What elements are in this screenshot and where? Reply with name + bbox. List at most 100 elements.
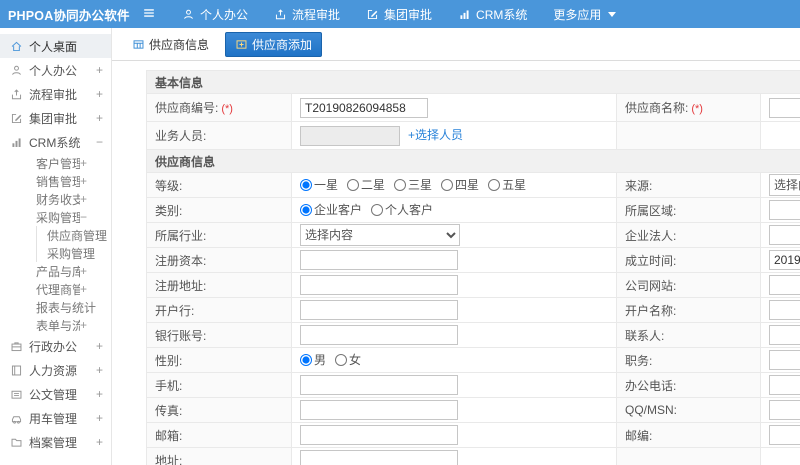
expand-toggle-icon[interactable]: + (80, 318, 87, 332)
source-select[interactable]: 选择内容 (769, 174, 800, 196)
level-radio-option[interactable]: 三星 (394, 176, 432, 193)
gender-radio-1[interactable] (335, 353, 348, 366)
expand-toggle-icon[interactable]: + (80, 156, 87, 170)
caret-down-icon (608, 11, 617, 17)
contact-person-input[interactable] (769, 325, 800, 345)
expand-toggle-icon[interactable]: + (96, 63, 103, 77)
field-empty (759, 121, 800, 150)
level-radio-4[interactable] (488, 178, 501, 191)
sidebar-item-4[interactable]: CRM系统 − (0, 130, 111, 154)
gender-radio-option[interactable]: 女 (335, 351, 361, 368)
category-radio-option[interactable]: 个人客户 (371, 201, 433, 218)
category-radio-0[interactable] (300, 203, 312, 216)
level-radio-0[interactable] (300, 178, 312, 191)
postcode-input[interactable] (769, 425, 800, 445)
level-radio-option[interactable]: 四星 (441, 176, 479, 193)
field-region (759, 197, 800, 223)
expand-toggle-icon[interactable]: + (80, 174, 87, 188)
expand-toggle-icon[interactable]: + (80, 282, 87, 296)
sidebar-item-15[interactable]: 行政办公 + (0, 334, 111, 358)
fax-input[interactable] (300, 400, 458, 420)
expand-toggle-icon[interactable]: + (96, 87, 103, 101)
sidebar-item-6[interactable]: 销售管理 + (0, 172, 111, 190)
field-label: 邮编: (625, 428, 653, 443)
sidebar-item-14[interactable]: 表单与流程设置+ (0, 316, 111, 334)
sidebar-item-10[interactable]: 采购管理 (36, 244, 111, 262)
supplier-name-input[interactable] (769, 97, 800, 118)
tab-supplier-info[interactable]: 供应商信息 (126, 32, 215, 57)
table-icon (133, 39, 144, 49)
account-name-input[interactable] (769, 300, 800, 320)
bank-account-input[interactable] (300, 325, 458, 345)
tab-strip: 供应商信息 供应商添加 (112, 28, 800, 61)
category-radio-1[interactable] (371, 203, 384, 216)
expand-toggle-icon[interactable]: + (96, 435, 103, 449)
nav-item-0[interactable]: 个人办公 (182, 6, 248, 23)
expand-toggle-icon[interactable]: + (80, 192, 87, 206)
registered-capital-input[interactable] (300, 250, 458, 270)
nav-item-2[interactable]: 集团审批 (366, 6, 432, 23)
expand-toggle-icon[interactable]: + (96, 111, 103, 125)
briefcase-icon (11, 341, 22, 351)
expand-toggle-icon[interactable]: + (96, 363, 103, 377)
radio-label: 二星 (361, 178, 386, 193)
position-input[interactable] (769, 350, 800, 370)
level-radio-1[interactable] (347, 178, 360, 191)
gender-radio-option[interactable]: 男 (300, 351, 326, 368)
mobile-input[interactable] (300, 375, 458, 395)
field-label: 供应商编号: (155, 101, 219, 115)
sidebar-item-3[interactable]: 集团审批 + (0, 106, 111, 130)
registered-address-input[interactable] (300, 275, 458, 295)
business-staff-input[interactable] (300, 125, 400, 146)
qq-msn-input[interactable] (769, 400, 800, 420)
office-phone-input[interactable] (769, 375, 800, 395)
sidebar-item-2[interactable]: 流程审批 + (0, 82, 111, 106)
company-website-input[interactable] (769, 275, 800, 295)
legal-person-input[interactable] (769, 225, 800, 245)
sidebar-item-18[interactable]: 用车管理 + (0, 406, 111, 430)
level-radio-2[interactable] (394, 178, 407, 191)
select-person-link[interactable]: +选择人员 (408, 128, 463, 142)
sidebar-item-16[interactable]: 人力资源 + (0, 358, 111, 382)
radio-label: 个人客户 (385, 203, 434, 218)
top-navbar: PHPOA协同办公软件 个人办公 流程审批 集团审批 CRM系统 更多应用 (0, 0, 800, 28)
sidebar-item-label: 财务收支 (36, 192, 80, 207)
sidebar-item-5[interactable]: 客户管理 + (0, 154, 111, 172)
expand-toggle-icon[interactable]: − (80, 210, 87, 224)
bank-branch-input[interactable] (300, 300, 458, 320)
field-label: 注册地址: (155, 278, 207, 293)
gender-radio-0[interactable] (300, 353, 312, 366)
sidebar-item-12[interactable]: 代理商管理+ (0, 280, 111, 298)
expand-toggle-icon[interactable]: + (80, 264, 87, 278)
nav-item-4[interactable]: 更多应用 (553, 6, 617, 23)
field-label: 办公电话: (625, 378, 677, 393)
email-input[interactable] (300, 425, 458, 445)
level-radio-option[interactable]: 一星 (300, 176, 338, 193)
expand-toggle-icon[interactable]: + (96, 411, 103, 425)
sidebar-toggle-button[interactable] (142, 6, 156, 23)
sidebar-item-11[interactable]: 产品与库存+ (0, 262, 111, 280)
level-radio-3[interactable] (441, 178, 454, 191)
level-radio-option[interactable]: 五星 (488, 176, 526, 193)
sidebar-item-9[interactable]: 供应商管理 (36, 226, 111, 244)
sidebar-item-8[interactable]: 采购管理 − (0, 208, 111, 226)
nav-item-3[interactable]: CRM系统 (458, 6, 527, 23)
established-date-input[interactable] (769, 250, 800, 270)
level-radio-option[interactable]: 二星 (347, 176, 385, 193)
industry-select[interactable]: 选择内容 (300, 224, 460, 246)
tab-supplier-add[interactable]: 供应商添加 (225, 31, 323, 57)
supplier-code-input[interactable] (300, 97, 428, 118)
address-input[interactable] (300, 450, 458, 465)
sidebar-item-7[interactable]: 财务收支 + (0, 190, 111, 208)
category-radio-option[interactable]: 企业客户 (300, 201, 362, 218)
expand-toggle-icon[interactable]: + (96, 339, 103, 353)
sidebar-item-1[interactable]: 个人办公 + (0, 58, 111, 82)
sidebar-item-13[interactable]: 报表与统计 (0, 298, 111, 316)
sidebar-item-17[interactable]: 公文管理 + (0, 382, 111, 406)
expand-toggle-icon[interactable]: + (96, 387, 103, 401)
nav-item-1[interactable]: 流程审批 (274, 6, 340, 23)
sidebar-item-0[interactable]: 个人桌面 (0, 34, 111, 58)
region-input[interactable] (769, 200, 800, 220)
expand-toggle-icon[interactable]: − (96, 135, 103, 149)
sidebar-item-19[interactable]: 档案管理 + (0, 430, 111, 454)
